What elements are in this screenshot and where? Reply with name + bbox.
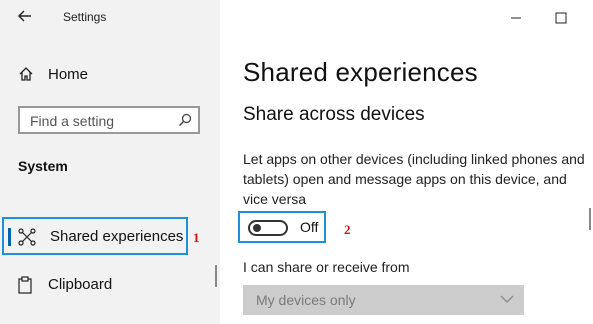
clipboard-icon — [18, 276, 32, 294]
sidebar-item-label: Shared experiences — [50, 228, 184, 245]
app-title: Settings — [63, 10, 107, 24]
dropdown-value: My devices only — [256, 292, 356, 308]
selection-indicator — [8, 228, 11, 246]
home-icon — [19, 67, 33, 81]
main-scrollbar[interactable] — [589, 208, 591, 230]
page-title: Shared experiences — [243, 57, 478, 87]
sidebar-item-shared-experiences[interactable]: Shared experiences — [2, 217, 188, 255]
share-from-dropdown[interactable]: My devices only — [243, 285, 524, 315]
back-arrow-icon — [18, 10, 31, 22]
sidebar-item-home[interactable]: Home — [18, 62, 88, 86]
sidebar-item-label: Home — [48, 65, 89, 83]
search-box[interactable] — [18, 106, 200, 134]
maximize-button[interactable] — [551, 8, 571, 28]
back-button[interactable] — [14, 8, 36, 28]
sidebar-scrollbar[interactable] — [215, 265, 217, 287]
search-input[interactable] — [28, 110, 182, 132]
callout-1: 1 — [193, 230, 200, 245]
sidebar-item-label: Clipboard — [48, 276, 113, 293]
sidebar: Settings Home System Shared experiences … — [0, 0, 220, 324]
toggle-switch[interactable] — [248, 220, 288, 236]
callout-2: 2 — [344, 222, 351, 237]
sidebar-item-clipboard[interactable]: Clipboard — [2, 272, 188, 298]
setting-description: Let apps on other devices (including lin… — [243, 151, 585, 207]
search-icon[interactable] — [178, 113, 192, 127]
sidebar-section-label: System — [18, 158, 68, 174]
share-from-label: I can share or receive from — [243, 259, 410, 275]
main-panel: Shared experiences Share across devices … — [220, 0, 593, 324]
chevron-down-icon — [500, 295, 514, 303]
shared-experiences-icon — [18, 228, 36, 246]
maximize-icon — [555, 12, 567, 24]
minimize-icon — [511, 17, 521, 19]
share-across-devices-toggle[interactable]: Off — [238, 211, 326, 243]
minimize-button[interactable] — [506, 8, 526, 28]
toggle-knob — [253, 224, 261, 232]
section-heading: Share across devices — [243, 104, 425, 125]
toggle-state-label: Off — [300, 219, 319, 235]
